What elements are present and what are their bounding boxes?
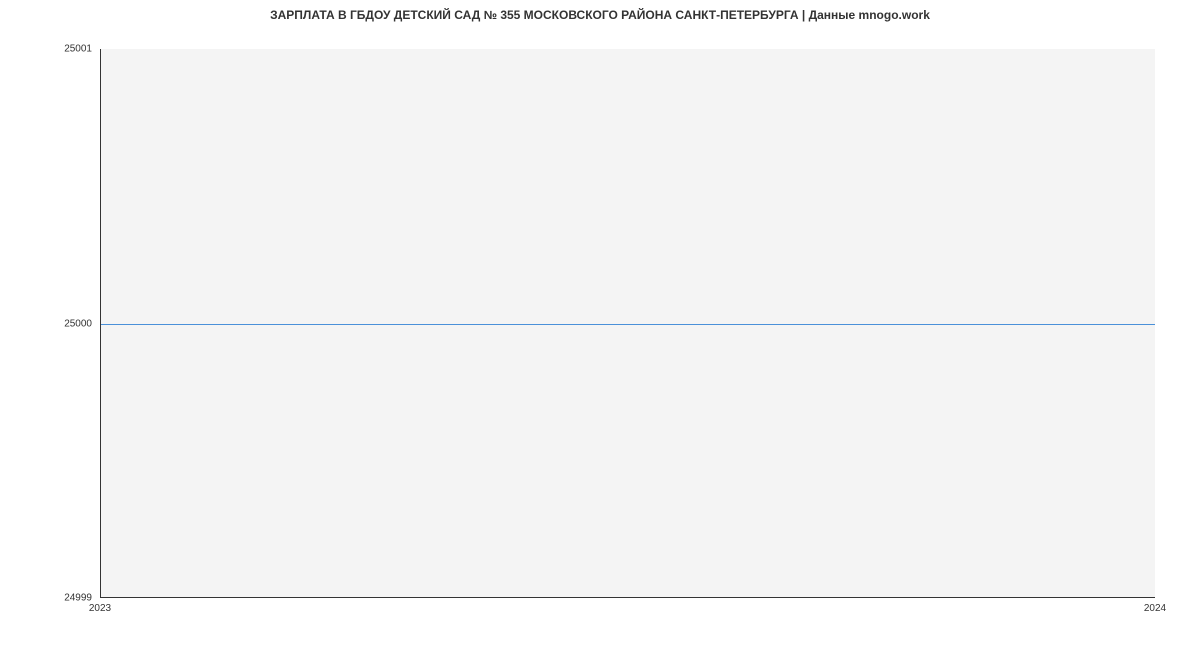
y-tick-24999: 24999 <box>64 593 92 604</box>
x-tick-2023: 2023 <box>89 603 111 614</box>
y-tick-25000: 25000 <box>64 318 92 329</box>
chart-container: ЗАРПЛАТА В ГБДОУ ДЕТСКИЙ САД № 355 МОСКО… <box>0 0 1200 650</box>
x-tick-2024: 2024 <box>1144 603 1166 614</box>
data-line <box>101 324 1155 325</box>
chart-title: ЗАРПЛАТА В ГБДОУ ДЕТСКИЙ САД № 355 МОСКО… <box>0 8 1200 22</box>
y-tick-25001: 25001 <box>64 44 92 55</box>
plot-area <box>100 49 1155 598</box>
